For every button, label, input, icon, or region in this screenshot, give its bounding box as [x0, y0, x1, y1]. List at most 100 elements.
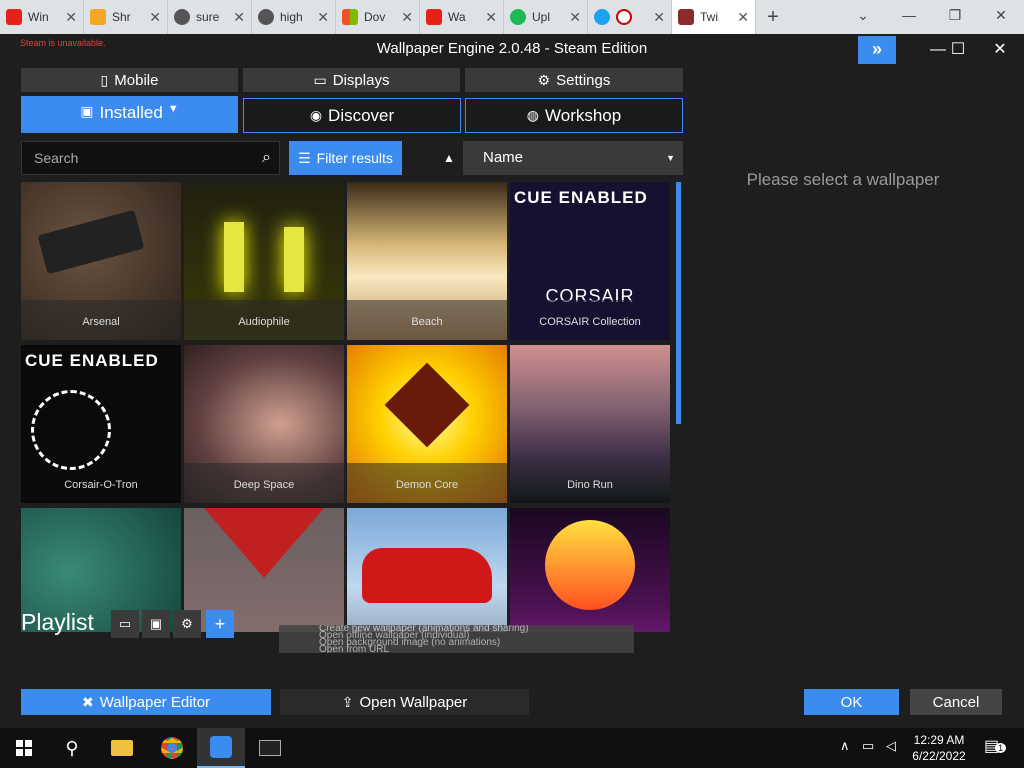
add-playlist-icon[interactable]: + [206, 610, 234, 638]
title-bar: Steam is unavailable. Wallpaper Engine 2… [0, 34, 1024, 64]
system-clock[interactable]: 12:29 AM 6/22/2022 [906, 732, 972, 764]
cancel-button[interactable]: Cancel [910, 689, 1002, 715]
maximize-button[interactable]: ☐ [938, 38, 978, 62]
wallpaper-tile-car[interactable] [347, 508, 507, 632]
tab-workshop[interactable]: ◍ Workshop [465, 98, 683, 133]
upload-icon [510, 9, 526, 25]
tab-discover[interactable]: ◉ Discover [243, 98, 461, 133]
tab-title: high [280, 10, 303, 24]
new-tab-button[interactable]: + [756, 6, 790, 29]
playlist-title: Playlist [21, 609, 94, 635]
tab-search-dropdown-icon[interactable]: ⌄ [840, 0, 886, 34]
browser-tab[interactable]: Win ✕ [0, 0, 84, 34]
wallpaper-editor-button[interactable]: ✖ Wallpaper Editor [21, 689, 271, 715]
sort-value: Name [483, 149, 524, 166]
globe-icon [174, 9, 190, 25]
search-icon[interactable]: ⌕ [262, 149, 271, 167]
wallpaper-tile-audiophile[interactable]: Audiophile [184, 182, 344, 340]
phone-icon: ▯ [100, 71, 109, 88]
wallpaper-tile-synthwave[interactable] [510, 508, 670, 632]
installed-label: Installed [99, 103, 163, 122]
terminal-icon[interactable] [246, 728, 294, 768]
sort-direction-toggle[interactable]: ▲ [438, 141, 460, 175]
chrome-icon[interactable] [148, 728, 196, 768]
mobile-label: Mobile [114, 71, 159, 89]
browser-tab[interactable]: Upl ✕ [504, 0, 588, 34]
browser-minimize-button[interactable]: — [886, 0, 932, 34]
filter-label: Filter results [316, 150, 393, 166]
twitter-icon [594, 9, 610, 25]
wallpaper-tile-corsair-o-tron[interactable]: CUE ENABLED Corsair-O-Tron [21, 345, 181, 503]
filter-results-button[interactable]: ☰ Filter results [289, 141, 402, 175]
equalizer-bar [224, 222, 244, 292]
wallpaper-tile-deep-space[interactable]: Deep Space [184, 345, 344, 503]
wallpaper-tile-arsenal[interactable]: Arsenal [21, 182, 181, 340]
filter-list-icon: ☰ [298, 149, 311, 166]
open-wallpaper-label: Open Wallpaper [359, 693, 468, 711]
wallpaper-tile-dino-run[interactable]: Dino Run [510, 345, 670, 503]
browser-tab[interactable]: Shr ✕ [84, 0, 168, 34]
close-tab-icon[interactable]: ✕ [149, 9, 161, 26]
core-burst-graphic [384, 362, 470, 448]
equalizer-bar [284, 227, 304, 292]
close-tab-icon[interactable]: ✕ [233, 9, 245, 26]
wallpaper-title: Arsenal [21, 300, 181, 340]
notification-icon[interactable]: ▤1 [984, 736, 1007, 756]
red-chevron-graphic [204, 508, 324, 578]
search-input[interactable] [34, 150, 244, 166]
browser-restore-button[interactable]: ❐ [932, 0, 978, 34]
wallpaper-tile-beach[interactable]: Beach [347, 182, 507, 340]
volume-icon[interactable]: ◁ [886, 738, 896, 754]
open-wallpaper-menu: Create new wallpaper (animations and sha… [279, 625, 634, 653]
open-folder-icon[interactable]: ▭ [111, 610, 139, 638]
wallpaper-tile-demon-core[interactable]: Demon Core [347, 345, 507, 503]
browser-tab[interactable]: Dov ✕ [336, 0, 420, 34]
settings-button[interactable]: ⚙ Settings [465, 68, 683, 92]
browser-close-button[interactable]: ✕ [978, 0, 1024, 34]
age-rating-icon [616, 9, 632, 25]
browser-tab-active[interactable]: Twi ✕ [672, 0, 756, 34]
search-icon[interactable]: ⚲ [48, 728, 96, 768]
gears-icon[interactable]: ⚙ [173, 610, 201, 638]
close-tab-icon[interactable]: ✕ [317, 9, 329, 26]
notification-count: 1 [995, 743, 1007, 753]
ok-button[interactable]: OK [804, 689, 899, 715]
close-tab-icon[interactable]: ✕ [653, 9, 665, 26]
chevron-up-icon[interactable]: ∧ [840, 738, 850, 754]
close-tab-icon[interactable]: ✕ [737, 9, 749, 26]
mobile-button[interactable]: ▯ Mobile [21, 68, 238, 92]
pistol-graphic [37, 209, 145, 275]
wallpaper-tile-corsair-collection[interactable]: CUE ENABLED CORSAIR CORSAIR Collection [510, 182, 670, 340]
close-tab-icon[interactable]: ✕ [65, 9, 77, 26]
network-icon[interactable]: ▭ [862, 738, 874, 754]
select-wallpaper-message: Please select a wallpaper [746, 170, 940, 189]
tab-title: Upl [532, 10, 551, 24]
tab-installed[interactable]: ▣ Installed ▼ [21, 96, 238, 133]
cue-enabled-badge: CUE ENABLED [514, 188, 648, 207]
file-explorer-icon[interactable] [98, 728, 146, 768]
browser-tab[interactable]: high ✕ [252, 0, 336, 34]
tab-title: Shr [112, 10, 131, 24]
browser-tab[interactable]: Wa ✕ [420, 0, 504, 34]
wallpaper-editor-label: Wallpaper Editor [99, 693, 211, 711]
close-tab-icon[interactable]: ✕ [485, 9, 497, 26]
youtube-icon [6, 9, 22, 25]
displays-button[interactable]: ▭ Displays [243, 68, 460, 92]
open-wallpaper-button[interactable]: ⇪ Open Wallpaper [280, 689, 529, 715]
browser-tab[interactable]: sure ✕ [168, 0, 252, 34]
discover-label: Discover [328, 105, 395, 125]
app-icon [678, 9, 694, 25]
save-icon[interactable]: ▣ [142, 610, 170, 638]
close-tab-icon[interactable]: ✕ [569, 9, 581, 26]
close-button[interactable]: ✕ [980, 38, 1020, 62]
windows-start-icon[interactable] [0, 728, 48, 768]
wallpaper-engine-taskbar-icon[interactable] [197, 728, 245, 768]
browser-tab[interactable]: ✕ [588, 0, 672, 34]
expand-panel-button[interactable]: » [858, 36, 896, 64]
search-box: ⌕ [21, 141, 280, 175]
grid-scrollbar[interactable] [676, 182, 681, 424]
tab-title: Dov [364, 10, 386, 24]
sort-select[interactable]: Name ▼ [463, 141, 683, 175]
close-tab-icon[interactable]: ✕ [401, 9, 413, 26]
app-icon [426, 9, 442, 25]
